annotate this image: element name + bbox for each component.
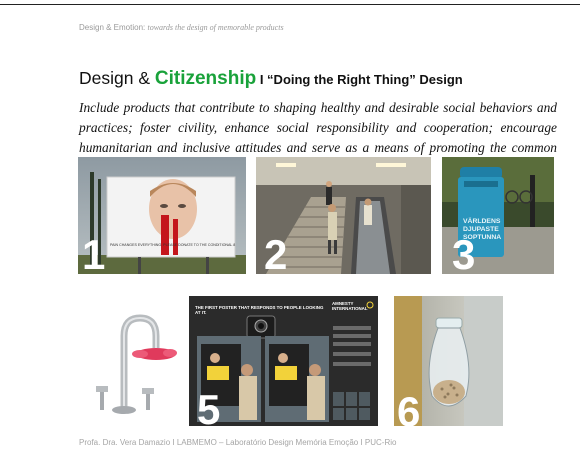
photo-4-faucet: 4 xyxy=(78,296,178,426)
photo-3-trash-bin: VÄRLDENS DJUPASTE SOPTUNNA 3 xyxy=(442,157,554,274)
photo-number-5: 5 xyxy=(197,386,221,427)
photo-number-1: 1 xyxy=(82,231,106,275)
title-part1: Design & xyxy=(79,68,155,88)
bin-label: VÄRLDENS xyxy=(463,217,501,225)
slide-header: Design & Emotion: towards the design of … xyxy=(79,23,284,32)
photo-number-4: 4 xyxy=(78,388,102,427)
photo-1-billboard: PAIN CHANGES EVERYTHING. PLEASE DONATE T… xyxy=(78,157,246,274)
slide-footer: Profa. Dra. Vera Damazio I LABMEMO – Lab… xyxy=(79,438,397,447)
photo-5-amnesty-poster: THE FIRST POSTER THAT RESPONDS TO PEOPLE… xyxy=(189,296,378,426)
billboard-text: PAIN CHANGES EVERYTHING. PLEASE DONATE T… xyxy=(110,243,235,247)
photo-2-escalator: 2 xyxy=(256,157,431,274)
photo-number-2: 2 xyxy=(264,231,288,275)
header-subtitle: towards the design of memorable products xyxy=(147,23,284,32)
title-accent: Citizenship xyxy=(154,68,257,89)
header-prefix: Design & Emotion: xyxy=(79,23,146,32)
slide-title: Design & Citizenship I “Doing the Right … xyxy=(79,68,463,90)
top-rule xyxy=(0,4,580,5)
photo-number-3: 3 xyxy=(452,231,476,275)
title-part2: I “Doing the Right Thing” Design xyxy=(256,72,463,87)
photo-number-6: 6 xyxy=(397,388,421,427)
photo-6-dispenser: 6 xyxy=(394,296,503,426)
